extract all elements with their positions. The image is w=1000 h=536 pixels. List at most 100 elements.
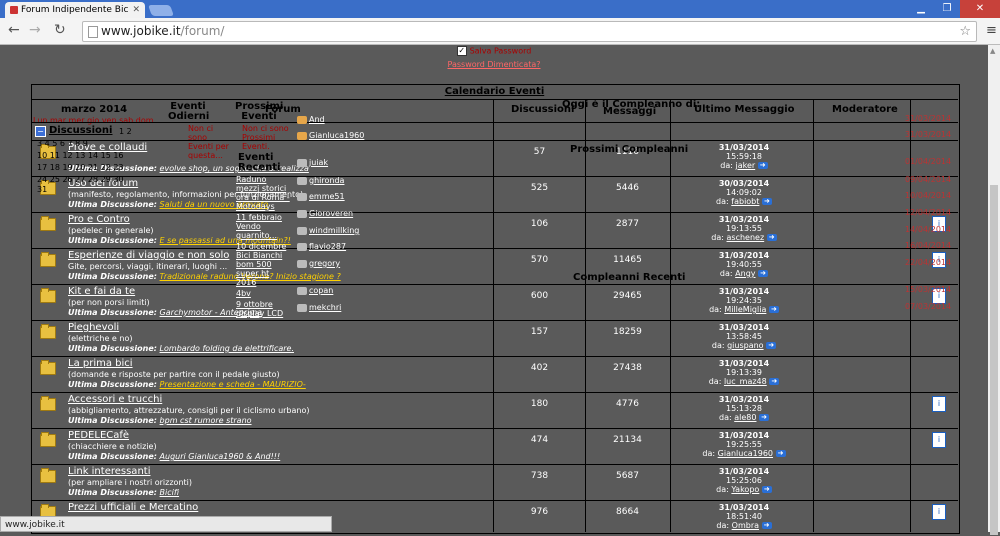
browser-tab[interactable]: Forum Indipendente Bicic ✕ <box>5 2 145 18</box>
birthday-user[interactable]: emme51 <box>297 191 345 202</box>
birthday-user-name[interactable]: Gianluca1960 <box>309 131 364 140</box>
last-message: 31/03/2014 15:13:28 da: ale80 ➜ <box>685 395 803 422</box>
maximize-icon[interactable]: ❐ <box>934 0 960 18</box>
forward-icon[interactable]: → <box>29 22 41 38</box>
birthday-user[interactable]: juiak <box>297 157 328 168</box>
forum-title[interactable]: Prezzi ufficiali e Mercatino <box>68 502 198 513</box>
last-message-user[interactable]: aschenez <box>727 233 765 242</box>
birthday-user-name[interactable]: Gioroveren <box>309 209 353 218</box>
go-to-post-icon[interactable]: ➜ <box>768 306 779 313</box>
forum-title[interactable]: Esperienze di viaggio e non solo <box>68 250 229 261</box>
calendar-days-row2[interactable]: 3 4 5 6 7 8 9 <box>37 139 88 148</box>
birthday-user[interactable]: flavio287 <box>297 241 346 252</box>
scroll-up-icon[interactable]: ▲ <box>990 47 995 55</box>
go-to-post-icon[interactable]: ➜ <box>761 486 772 493</box>
calendar-title[interactable]: Calendario Eventi <box>31 86 958 97</box>
forum-title[interactable]: La prima bici <box>68 358 133 369</box>
birthday-user[interactable]: copan <box>297 285 333 296</box>
forum-title[interactable]: Pro e Contro <box>68 214 130 225</box>
save-password-checkbox[interactable]: ✓ <box>456 46 467 56</box>
last-topic-link[interactable]: Presentazione e scheda - MAURIZIO- <box>160 380 306 389</box>
by-label: da: <box>708 377 722 386</box>
scrollbar-thumb[interactable] <box>990 185 998 535</box>
birthday-user[interactable]: windmillking <box>297 225 359 236</box>
recent-event-item[interactable]: 9 ottobre display LCD <box>236 300 292 318</box>
recent-event-item[interactable]: Raduno mezzi storici ora di Roma - Motod… <box>236 175 292 211</box>
new-tab-button[interactable] <box>147 5 175 16</box>
birthday-user[interactable]: Gianluca1960 <box>297 130 364 141</box>
last-topic-link[interactable]: Lombardo folding da elettrificare. <box>160 344 294 353</box>
forgot-password-link[interactable]: Password Dimenticata? <box>447 60 540 69</box>
last-message-user[interactable]: luc_maz48 <box>724 377 767 386</box>
discussions-count: 474 <box>530 435 549 445</box>
birthday-user-name[interactable]: windmillking <box>309 226 359 235</box>
go-to-post-icon[interactable]: ➜ <box>769 378 780 385</box>
recent-event-item[interactable]: 4bv <box>236 289 292 298</box>
reload-icon[interactable]: ↻ <box>54 22 66 38</box>
last-message-user[interactable]: MilleMiglia <box>724 305 766 314</box>
calendar-days-row4[interactable]: 17 18 19 20 21 22 23 <box>37 163 124 172</box>
forum-title[interactable]: Kit e fai da te <box>68 286 135 297</box>
forum-title[interactable]: Accessori e trucchi <box>68 394 162 405</box>
last-message-user[interactable]: giuspano <box>727 341 763 350</box>
forum-title[interactable]: Pieghevoli <box>68 322 119 333</box>
birthday-user[interactable]: And <box>297 114 325 125</box>
last-message-user[interactable]: Angy <box>735 269 755 278</box>
menu-icon[interactable]: ≡ <box>986 23 997 38</box>
last-message-user[interactable]: Yakopo <box>731 485 759 494</box>
user-icon <box>297 176 307 185</box>
birthday-user-name[interactable]: ghironda <box>309 176 344 185</box>
close-window-icon[interactable]: ✕ <box>960 0 1000 18</box>
birthday-user[interactable]: Gioroveren <box>297 208 353 219</box>
collapse-icon[interactable]: − <box>35 126 46 137</box>
birthday-user-name[interactable]: copan <box>309 286 333 295</box>
go-to-post-icon[interactable]: ➜ <box>757 162 768 169</box>
address-bar[interactable]: www.jobike.it/forum/ ☆ <box>82 21 977 42</box>
go-to-post-icon[interactable]: ➜ <box>775 450 786 457</box>
go-to-post-icon[interactable]: ➜ <box>761 198 772 205</box>
birthday-user-name[interactable]: emme51 <box>309 192 345 201</box>
birthday-date: 09/04/2014 <box>905 175 952 184</box>
last-message-user[interactable]: Gianluca1960 <box>718 449 773 458</box>
birthday-user[interactable]: mekchri <box>297 302 341 313</box>
go-to-post-icon[interactable]: ➜ <box>766 342 777 349</box>
birthday-user-name[interactable]: mekchri <box>309 303 341 312</box>
last-topic-link[interactable]: bpm cst rumore strano <box>160 416 252 425</box>
birthday-user[interactable]: gregory <box>297 258 340 269</box>
forum-row: Pro e Contro (pedelec in generale) Ultima … <box>31 212 958 248</box>
calendar-days-row6[interactable]: 31 <box>37 185 47 194</box>
go-to-post-icon[interactable]: ➜ <box>761 522 772 529</box>
birthday-user-name[interactable]: juiak <box>309 158 328 167</box>
go-to-post-icon[interactable]: ➜ <box>766 234 777 241</box>
birthday-user-name[interactable]: And <box>309 115 325 124</box>
birthday-user-name[interactable]: flavio287 <box>309 242 346 251</box>
forum-title[interactable]: Link interessanti <box>68 466 150 477</box>
minimize-icon[interactable]: ▁ <box>908 0 934 18</box>
forum-title[interactable]: PEDELECafè <box>68 430 129 441</box>
recent-event-item[interactable]: 10 dicembre Bici Bianchi bom 500 super h… <box>236 242 292 287</box>
category-title[interactable]: Discussioni <box>49 125 112 136</box>
go-to-post-icon[interactable]: ➜ <box>759 414 769 421</box>
back-icon[interactable]: ← <box>8 22 20 38</box>
last-message-user[interactable]: jaker <box>736 161 756 170</box>
last-message-user[interactable]: ale80 <box>734 413 756 422</box>
last-topic-link[interactable]: Auguri Gianluca1960 & And!!! <box>160 452 281 461</box>
last-message-user[interactable]: fabiobt <box>731 197 759 206</box>
calendar-days-row5[interactable]: 24 25 26 27 28 29 30 <box>37 175 124 184</box>
calendar-days-row3[interactable]: 10 11 12 13 14 15 16 <box>37 151 124 160</box>
last-message-user[interactable]: Ombra <box>732 521 759 530</box>
go-to-post-icon[interactable]: ➜ <box>758 270 769 277</box>
birthday-user-name[interactable]: gregory <box>309 259 340 268</box>
last-message-date: 31/03/2014 <box>718 359 770 368</box>
page-scrollbar[interactable]: ▲ <box>988 45 1000 535</box>
moderator-icon[interactable]: i <box>932 396 946 412</box>
last-topic-link[interactable]: Bicifi <box>160 488 180 497</box>
moderator-icon[interactable]: i <box>932 432 946 448</box>
close-tab-icon[interactable]: ✕ <box>132 2 140 18</box>
last-topic-label: Ultima Discussione: <box>68 452 157 461</box>
bookmark-star-icon[interactable]: ☆ <box>959 22 971 41</box>
calendar-days-row1[interactable]: 1 2 <box>119 127 132 136</box>
birthday-user[interactable]: ghironda <box>297 175 344 186</box>
moderator-icon[interactable]: i <box>932 504 946 520</box>
recent-event-item[interactable]: 11 febbraio Vendo guarnito... <box>236 213 292 240</box>
